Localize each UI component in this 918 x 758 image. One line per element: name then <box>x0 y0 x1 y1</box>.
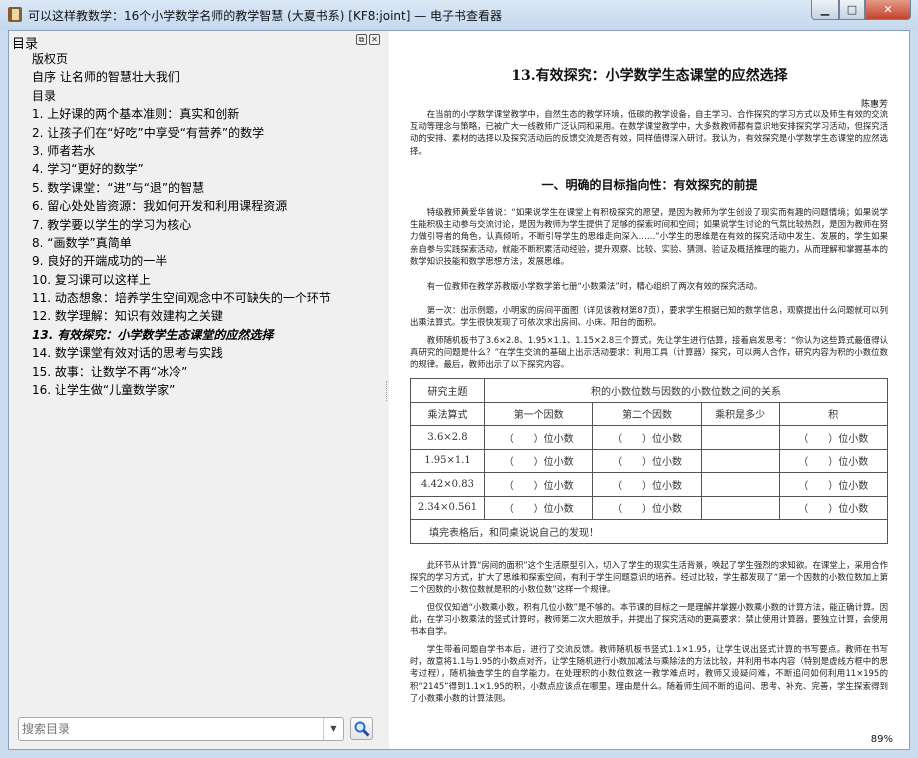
table-row: 4.42×0.83 （ ）位小数（ ）位小数（ ）位小数 <box>410 472 889 497</box>
toc-item[interactable]: 6. 留心处处皆资源：我如何开发和利用课程资源 <box>32 197 331 215</box>
float-panel-button[interactable]: ⧉ <box>356 34 367 45</box>
toc-item[interactable]: 1. 上好课的两个基本准则：真实和创新 <box>32 105 331 123</box>
toc-item[interactable]: 10. 复习课可以这样上 <box>32 271 331 289</box>
table-header: 第二个因数 <box>592 401 702 426</box>
table-cell: （ ）位小数 <box>778 448 889 473</box>
table-cell: 2.34×0.561 <box>410 495 485 520</box>
toc-list: 版权页 自序 让名师的智慧壮大我们 目录 1. 上好课的两个基本准则：真实和创新 2. … <box>32 50 331 399</box>
table-cell: 3.6×2.8 <box>410 425 485 450</box>
toc-search-input[interactable] <box>19 718 319 740</box>
exploration-table: 研究主题 积的小数位数与因数的小数位数之间的关系 乘法算式 第一个因数 第二个因数 乘积… <box>410 378 889 544</box>
minimize-button[interactable]: ▁ <box>811 0 839 20</box>
toc-item[interactable]: 16. 让学生做“儿童数学家” <box>32 381 331 399</box>
search-icon <box>354 721 370 737</box>
toc-search-box[interactable]: ▼ <box>18 717 344 741</box>
table-cell: 1.95×1.1 <box>410 448 485 473</box>
toc-item[interactable]: 5. 数学课堂：“进”与“退”的智慧 <box>32 179 331 197</box>
section-heading: 一、明确的目标指向性：有效探究的前提 <box>541 178 758 192</box>
table-cell: （ ）位小数 <box>778 472 889 497</box>
table-cell: （ ）位小数 <box>592 495 702 520</box>
toc-item[interactable]: 11. 动态想象：培养学生空间观念中不可缺失的一个环节 <box>32 289 331 307</box>
table-cell <box>700 448 780 473</box>
zoom-level: 89% <box>870 734 893 745</box>
table-cell: （ ）位小数 <box>592 448 702 473</box>
table-cell: （ ）位小数 <box>778 495 889 520</box>
main-area: 目录 ⧉ ✕ 版权页 自序 让名师的智慧壮大我们 目录 1. 上好课的两个基本准则：真… <box>8 30 910 750</box>
table-header: 积 <box>778 401 889 426</box>
chapter-title: 13.有效探究：小学数学生态课堂的应然选择 <box>511 68 788 84</box>
toc-item[interactable]: 目录 <box>32 87 331 105</box>
table-header: 乘法算式 <box>410 401 485 426</box>
toc-item[interactable]: 自序 让名师的智慧壮大我们 <box>32 68 331 86</box>
table-cell: （ ）位小数 <box>778 425 889 450</box>
paragraph: 有一位教师在教学苏教版小学数学第七册“小数乘法”时，精心组织了两次有效的探究活动… <box>426 281 763 291</box>
paragraph: 但仅仅知道“小数乘小数，积有几位小数”是不够的。本节课的目标之一是理解并掌握小数… <box>410 602 888 637</box>
table-row: 1.95×1.1 （ ）位小数（ ）位小数（ ）位小数 <box>410 448 889 473</box>
paragraph: 特级教师黄爱华曾说：“如果说学生在课堂上有积极探究的愿望，是因为教师为学生创设了… <box>410 207 888 266</box>
paragraph: 第一次：出示例题，小明家的房间平面图（详见该教材第87页），要求学生根据已知的数… <box>410 305 888 328</box>
paragraph: 在当前的小学数学课堂教学中，自然生态的教学环境，低碳的教学设备，自主学习、合作探… <box>410 109 888 156</box>
table-cell: 积的小数位数与因数的小数位数之间的关系 <box>484 378 888 403</box>
table-cell <box>700 495 780 520</box>
paragraph: 教师随机板书了3.6×2.8、1.95×1.1、1.15×2.8三个算式，先让学… <box>410 335 888 370</box>
table-header: 乘积是多少 <box>700 401 780 426</box>
toc-item[interactable]: 12. 数学理解：知识有效建构之关键 <box>32 307 331 325</box>
paragraph: 学生带着问题自学书本后，进行了交流反馈。教师随机板书竖式1.1×1.95，让学生… <box>410 644 888 703</box>
window-title: 可以这样教数学：16个小学数学名师的教学智慧 (大夏书系) [KF8:joint… <box>28 9 503 23</box>
book-icon <box>8 7 22 22</box>
toc-item[interactable]: 8. “画数学”真简单 <box>32 234 331 252</box>
table-header: 第一个因数 <box>483 401 594 426</box>
toc-panel: 目录 ⧉ ✕ 版权页 自序 让名师的智慧壮大我们 目录 1. 上好课的两个基本准则：真… <box>9 31 389 749</box>
toc-item[interactable]: 版权页 <box>32 50 331 68</box>
close-panel-button[interactable]: ✕ <box>369 34 380 45</box>
table-cell: （ ）位小数 <box>483 425 594 450</box>
paragraph: 此环节从计算“房间的面积”这个生活原型引入，切入了学生的现实生活背景，唤起了学生… <box>410 560 888 595</box>
dropdown-arrow-icon[interactable]: ▼ <box>323 718 343 740</box>
table-cell: （ ）位小数 <box>592 425 702 450</box>
table-row: 3.6×2.8 （ ）位小数（ ）位小数（ ）位小数 <box>410 425 889 450</box>
table-cell: （ ）位小数 <box>592 472 702 497</box>
toc-item[interactable]: 9. 良好的开端成功的一半 <box>32 252 331 270</box>
panel-splitter[interactable] <box>386 381 389 401</box>
toc-item[interactable]: 13. 有效探究：小学数学生态课堂的应然选择 <box>32 326 331 344</box>
toc-item[interactable]: 2. 让孩子们在“好吃”中享受“有营养”的数学 <box>32 124 331 142</box>
table-cell: 填完表格后，和同桌说说自己的发现！ <box>410 519 888 544</box>
document-view: 13.有效探究：小学数学生态课堂的应然选择 陈惠芳 在当前的小学数学课堂教学中，… <box>390 31 909 749</box>
table-cell: （ ）位小数 <box>483 448 594 473</box>
table-cell: 4.42×0.83 <box>410 472 485 497</box>
maximize-button[interactable]: □ <box>839 0 865 20</box>
toc-item[interactable]: 4. 学习“更好的数学” <box>32 160 331 178</box>
table-cell: （ ）位小数 <box>483 495 594 520</box>
table-cell <box>700 425 780 450</box>
table-row: 2.34×0.561 （ ）位小数（ ）位小数（ ）位小数 <box>410 495 889 520</box>
toc-item[interactable]: 7. 教学要以学生的学习为核心 <box>32 216 331 234</box>
table-cell: （ ）位小数 <box>483 472 594 497</box>
toc-item[interactable]: 15. 故事：让数学不再“冰冷” <box>32 363 331 381</box>
toc-item[interactable]: 14. 数学课堂有效对话的思考与实践 <box>32 344 331 362</box>
title-bar: 可以这样教数学：16个小学数学名师的教学智慧 (大夏书系) [KF8:joint… <box>0 0 918 30</box>
search-button[interactable] <box>350 717 373 740</box>
table-cell: 研究主题 <box>410 378 485 403</box>
close-button[interactable]: ✕ <box>865 0 911 20</box>
toc-item[interactable]: 3. 师者若水 <box>32 142 331 160</box>
table-cell <box>700 472 780 497</box>
